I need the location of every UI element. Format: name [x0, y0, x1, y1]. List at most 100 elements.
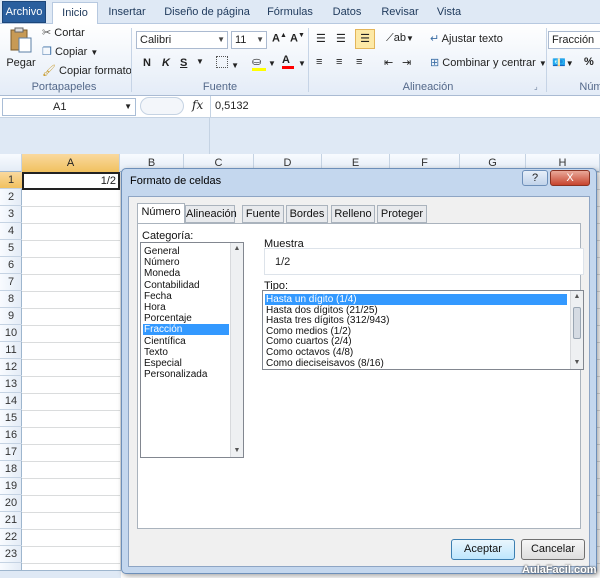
- category-item[interactable]: Especial: [143, 358, 229, 369]
- category-item[interactable]: Fecha: [143, 291, 229, 302]
- name-box[interactable]: A1 ▼: [2, 98, 136, 116]
- row-header[interactable]: 9: [0, 308, 22, 325]
- align-right-button[interactable]: ≡: [356, 56, 362, 68]
- row-header[interactable]: 3: [0, 206, 22, 223]
- type-item[interactable]: Como cuartos (2/4): [265, 336, 567, 347]
- category-scrollbar[interactable]: ▲ ▼: [230, 243, 243, 457]
- row-header[interactable]: 20: [0, 495, 22, 512]
- row-header[interactable]: 12: [0, 359, 22, 376]
- align-middle-button[interactable]: ☰: [336, 32, 346, 45]
- merge-center-button[interactable]: ⊞ Combinar y centrar ▼: [430, 56, 547, 69]
- select-all-corner[interactable]: [0, 154, 22, 172]
- close-button[interactable]: X: [550, 170, 590, 186]
- underline-button[interactable]: S: [180, 57, 187, 69]
- row-header[interactable]: 8: [0, 291, 22, 308]
- category-item[interactable]: Científica: [143, 336, 229, 347]
- shrink-font-button[interactable]: A▼: [290, 32, 305, 45]
- increase-indent-button[interactable]: ⇥: [402, 56, 411, 69]
- align-top-button[interactable]: ☰: [316, 32, 326, 45]
- formula-bar-resize-handle[interactable]: [140, 97, 184, 115]
- bold-button[interactable]: N: [143, 57, 151, 69]
- category-item[interactable]: Porcentaje: [143, 313, 229, 324]
- insert-function-button[interactable]: fx: [192, 98, 203, 112]
- scroll-down-icon[interactable]: ▼: [232, 446, 242, 456]
- accounting-format-button[interactable]: 💶▼: [552, 56, 574, 69]
- type-item[interactable]: Como dieciseisavos (8/16): [265, 358, 567, 369]
- fill-color-button[interactable]: ⛀: [252, 55, 266, 71]
- number-format-select[interactable]: Fracción: [548, 31, 600, 49]
- row-header[interactable]: 6: [0, 257, 22, 274]
- fill-color-dropdown[interactable]: ▼: [268, 59, 276, 68]
- tab-relleno[interactable]: Relleno: [331, 205, 375, 223]
- font-color-button[interactable]: A: [282, 54, 294, 69]
- row-header[interactable]: 4: [0, 223, 22, 240]
- scroll-up-icon[interactable]: ▲: [232, 244, 242, 254]
- orientation-button[interactable]: ⟋ab▼: [386, 32, 414, 45]
- row-header[interactable]: 18: [0, 461, 22, 478]
- row-header[interactable]: 11: [0, 342, 22, 359]
- italic-button[interactable]: K: [162, 57, 170, 69]
- type-item[interactable]: Hasta dos dígitos (21/25): [265, 305, 567, 316]
- row-header[interactable]: 15: [0, 410, 22, 427]
- tab-bordes[interactable]: Bordes: [286, 205, 328, 223]
- row-header[interactable]: 19: [0, 478, 22, 495]
- row-header[interactable]: 1: [0, 172, 22, 189]
- tab-alineacion[interactable]: Alineación: [185, 205, 237, 223]
- row-header[interactable]: 22: [0, 529, 22, 546]
- tab-proteger[interactable]: Proteger: [377, 205, 427, 223]
- row-header[interactable]: 23: [0, 546, 22, 563]
- cancel-button[interactable]: Cancelar: [521, 539, 585, 560]
- wrap-text-button[interactable]: ↵ Ajustar texto: [430, 32, 503, 45]
- category-list[interactable]: ▲ ▼ General Número Moneda Contabilidad Fecha H…: [140, 242, 244, 458]
- type-item[interactable]: Hasta tres dígitos (312/943): [265, 315, 567, 326]
- scrollbar-thumb[interactable]: [573, 307, 581, 339]
- category-item[interactable]: Contabilidad: [143, 280, 229, 291]
- row-header[interactable]: 21: [0, 512, 22, 529]
- category-item[interactable]: Número: [143, 257, 229, 268]
- tab-inicio[interactable]: Inicio: [52, 2, 98, 25]
- align-left-button[interactable]: ≡: [316, 56, 322, 68]
- category-item[interactable]: Personalizada: [143, 369, 229, 380]
- scroll-up-icon[interactable]: ▲: [572, 292, 582, 302]
- type-scrollbar[interactable]: ▲ ▼: [570, 291, 583, 369]
- tab-revisar[interactable]: Revisar: [378, 2, 422, 24]
- type-item[interactable]: Como medios (1/2): [265, 326, 567, 337]
- row-header[interactable]: 17: [0, 444, 22, 461]
- font-size-select[interactable]: 11 ▼: [231, 31, 267, 49]
- accept-button[interactable]: Aceptar: [451, 539, 515, 560]
- type-item[interactable]: Hasta un dígito (1/4): [265, 294, 567, 305]
- align-bottom-button[interactable]: ☰: [355, 29, 375, 49]
- borders-button[interactable]: ▼: [216, 56, 239, 71]
- scroll-down-icon[interactable]: ▼: [572, 358, 582, 368]
- tab-numero[interactable]: Número: [137, 203, 185, 224]
- copy-button[interactable]: ❐ Copiar ▼: [42, 45, 98, 58]
- category-item[interactable]: Moneda: [143, 268, 229, 279]
- cut-button[interactable]: ✂ Cortar: [42, 26, 85, 39]
- column-header[interactable]: A: [22, 154, 120, 172]
- tab-fuente[interactable]: Fuente: [242, 205, 284, 223]
- align-center-button[interactable]: ≡: [336, 56, 342, 68]
- font-name-select[interactable]: Calibri ▼: [136, 31, 228, 49]
- category-item[interactable]: Texto: [143, 347, 229, 358]
- underline-dropdown[interactable]: ▼: [196, 57, 204, 66]
- row-header[interactable]: 16: [0, 427, 22, 444]
- font-color-dropdown[interactable]: ▼: [298, 59, 306, 68]
- row-header[interactable]: 14: [0, 393, 22, 410]
- formula-input[interactable]: 0,5132: [215, 100, 249, 112]
- paste-button[interactable]: Pegar: [6, 26, 36, 69]
- grow-font-button[interactable]: A▲: [272, 32, 287, 45]
- row-header[interactable]: 7: [0, 274, 22, 291]
- tab-insertar[interactable]: Insertar: [104, 2, 150, 24]
- row-header[interactable]: 2: [0, 189, 22, 206]
- row-header[interactable]: 5: [0, 240, 22, 257]
- row-header[interactable]: 13: [0, 376, 22, 393]
- tab-archivo[interactable]: Archivo: [2, 1, 46, 23]
- cell-a1[interactable]: 1/2: [22, 172, 120, 190]
- decrease-indent-button[interactable]: ⇤: [384, 56, 393, 69]
- tab-diseno-pagina[interactable]: Diseño de página: [160, 2, 254, 24]
- category-item[interactable]: Fracción: [143, 324, 229, 336]
- type-item[interactable]: Como octavos (4/8): [265, 347, 567, 358]
- format-painter-button[interactable]: 🖌 Copiar formato: [42, 64, 132, 77]
- type-list[interactable]: ▲ ▼ Hasta un dígito (1/4) Hasta dos dígito…: [262, 290, 584, 370]
- alignment-dialog-launcher-icon[interactable]: ⌟: [534, 82, 538, 91]
